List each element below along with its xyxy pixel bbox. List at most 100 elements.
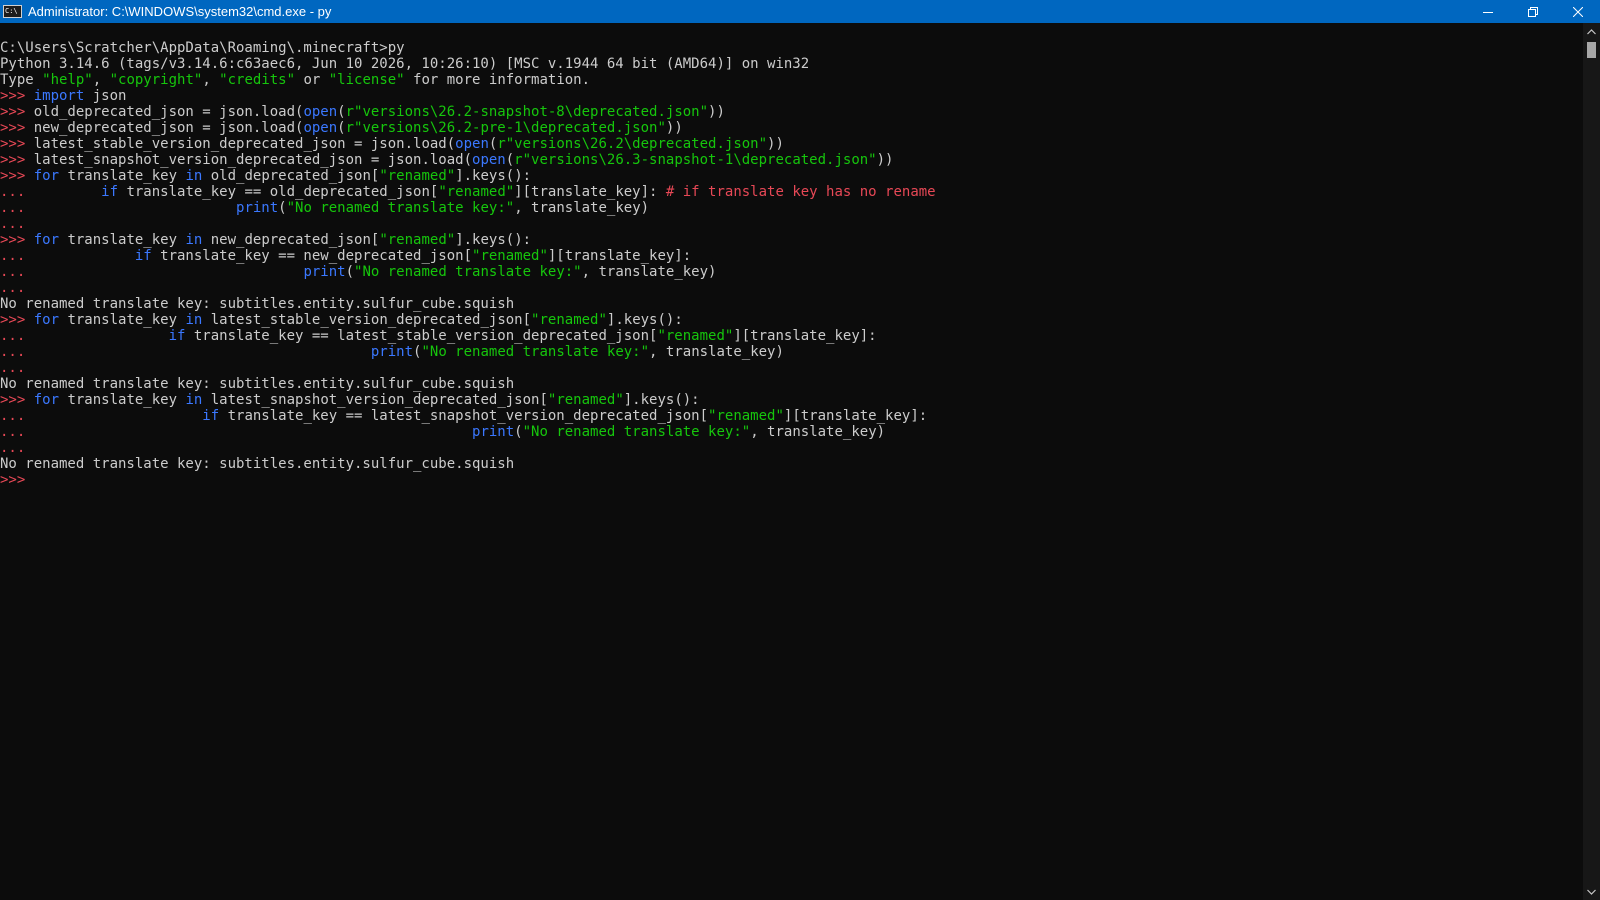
scroll-up-button[interactable] (1583, 23, 1600, 40)
console-text-string: "license" (328, 72, 405, 88)
console-text-default: for more information. (404, 72, 591, 88)
console-text-keyword: print (370, 344, 414, 360)
console-text-default: C:\Users\Scratcher\AppData\Roaming\.mine… (0, 40, 405, 56)
console-text-default: translate_key == latest_stable_version_d… (185, 328, 658, 344)
console-text-prompt: >>> (0, 312, 34, 328)
console-text-default: ][translate_key]: (783, 408, 928, 424)
console-text-keyword: in (185, 312, 203, 328)
console-text-string: "credits" (219, 72, 296, 88)
console-text-default: ].keys(): (455, 168, 532, 184)
console-lines: C:\Users\Scratcher\AppData\Roaming\.mine… (0, 40, 1583, 488)
console-text-default: Type (0, 72, 43, 88)
console-line: ... if translate_key == latest_stable_ve… (0, 328, 1583, 344)
console-text-default: new_deprecated_json = json.load( (33, 120, 304, 136)
console-text-default: )) (876, 152, 894, 168)
minimize-button[interactable] (1465, 0, 1510, 23)
scrollbar-thumb[interactable] (1587, 42, 1596, 58)
console-text-prompt: >>> (0, 232, 34, 248)
console-text-default: ( (345, 264, 355, 280)
console-text-string: r"versions\26.2\deprecated.json" (497, 136, 768, 152)
console-text-default: ( (337, 120, 346, 136)
console-text-cont: ... (0, 360, 26, 376)
console-text-string: "No renamed translate key:" (354, 264, 582, 280)
console-line: ... (0, 216, 1583, 232)
console-text-keyword: if (101, 184, 119, 200)
console-text-string: r"versions\26.2-snapshot-8\deprecated.js… (345, 104, 709, 120)
close-button[interactable] (1555, 0, 1600, 23)
console-text-default: No renamed translate key: subtitles.enti… (0, 456, 515, 472)
console-text-keyword: for (33, 168, 60, 184)
console-text-default: ( (337, 104, 346, 120)
console-line: No renamed translate key: subtitles.enti… (0, 376, 1583, 392)
console-text-default: new_deprecated_json[ (202, 232, 380, 248)
console-text-string: r"versions\26.3-snapshot-1\deprecated.js… (514, 152, 877, 168)
console-line: >>> latest_snapshot_version_deprecated_j… (0, 152, 1583, 168)
console-text-default: )) (767, 136, 784, 152)
console-text-default: latest_snapshot_version_deprecated_json … (33, 152, 473, 168)
console-output[interactable]: C:\Users\Scratcher\AppData\Roaming\.mine… (0, 23, 1583, 900)
console-line: >>> for translate_key in latest_stable_v… (0, 312, 1583, 328)
chevron-down-icon (1587, 889, 1596, 895)
console-text-cont: ... (0, 328, 169, 344)
console-text-string: "renamed" (438, 184, 515, 200)
console-text-keyword: in (185, 232, 203, 248)
console-line: >>> new_deprecated_json = json.load(open… (0, 120, 1583, 136)
cmd-app-icon[interactable]: C:\ (3, 5, 22, 18)
console-text-default: translate_key == old_deprecated_json[ (118, 184, 439, 200)
console-text-prompt: >>> (0, 472, 26, 488)
console-line: ... if translate_key == old_deprecated_j… (0, 184, 1583, 200)
console-text-default: )) (708, 104, 725, 120)
console-text-default: old_deprecated_json = json.load( (33, 104, 304, 120)
restore-button[interactable] (1510, 0, 1555, 23)
console-text-keyword: if (202, 408, 220, 424)
console-text-string: "help" (42, 72, 93, 88)
console-text-keyword: print (303, 264, 346, 280)
console-text-string: "renamed" (657, 328, 734, 344)
console-text-string: "renamed" (379, 232, 456, 248)
console-text-string: "renamed" (472, 248, 548, 264)
console-text-default: ].keys(): (455, 232, 532, 248)
console-line: ... print("No renamed translate key:", t… (0, 264, 1583, 280)
console-text-string: "renamed" (531, 312, 607, 328)
console-text-default: latest_stable_version_deprecated_json = … (33, 136, 456, 152)
console-text-prompt: >>> (0, 120, 34, 136)
console-line: C:\Users\Scratcher\AppData\Roaming\.mine… (0, 40, 1583, 56)
console-text-prompt: >>> (0, 136, 34, 152)
console-text-keyword: open (472, 152, 506, 168)
console-text-default: latest_snapshot_version_deprecated_json[ (202, 392, 548, 408)
console-text-cont: ... (0, 264, 304, 280)
console-line: Python 3.14.6 (tags/v3.14.6:c63aec6, Jun… (0, 56, 1583, 72)
console-text-string: "copyright" (109, 72, 203, 88)
console-text-default: json (84, 88, 127, 104)
console-text-prompt: >>> (0, 392, 34, 408)
console-text-cont: ... (0, 440, 26, 456)
console-text-cont: ... (0, 408, 203, 424)
console-text-default: translate_key (59, 232, 186, 248)
console-text-keyword: in (185, 168, 203, 184)
console-text-default: latest_stable_version_deprecated_json[ (202, 312, 532, 328)
console-text-keyword: open (303, 120, 338, 136)
vertical-scrollbar[interactable] (1583, 23, 1600, 900)
title-bar[interactable]: C:\ Administrator: C:\WINDOWS\system32\c… (0, 0, 1600, 23)
console-text-prompt: >>> (0, 88, 34, 104)
scroll-down-button[interactable] (1583, 883, 1600, 900)
console-text-default: )) (665, 120, 683, 136)
console-text-cont: ... (0, 424, 473, 440)
console-text-keyword: if (168, 328, 186, 344)
console-line: >>> old_deprecated_json = json.load(open… (0, 104, 1583, 120)
console-line: ... if translate_key == latest_snapshot_… (0, 408, 1583, 424)
console-text-keyword: if (134, 248, 152, 264)
console-text-keyword: print (236, 200, 279, 216)
console-text-default: translate_key == new_deprecated_json[ (151, 248, 473, 264)
console-text-keyword: for (33, 392, 60, 408)
restore-icon (1527, 6, 1538, 17)
console-line: No renamed translate key: subtitles.enti… (0, 296, 1583, 312)
console-text-default: translate_key (59, 392, 186, 408)
console-text-prompt: >>> (0, 168, 34, 184)
console-line: >>> for translate_key in latest_snapshot… (0, 392, 1583, 408)
console-text-cont: ... (0, 184, 102, 200)
window-title: Administrator: C:\WINDOWS\system32\cmd.e… (28, 4, 332, 19)
console-window: C:\ Administrator: C:\WINDOWS\system32\c… (0, 0, 1600, 900)
console-text-default: translate_key (59, 312, 186, 328)
console-line: ... print("No renamed translate key:", t… (0, 424, 1583, 440)
